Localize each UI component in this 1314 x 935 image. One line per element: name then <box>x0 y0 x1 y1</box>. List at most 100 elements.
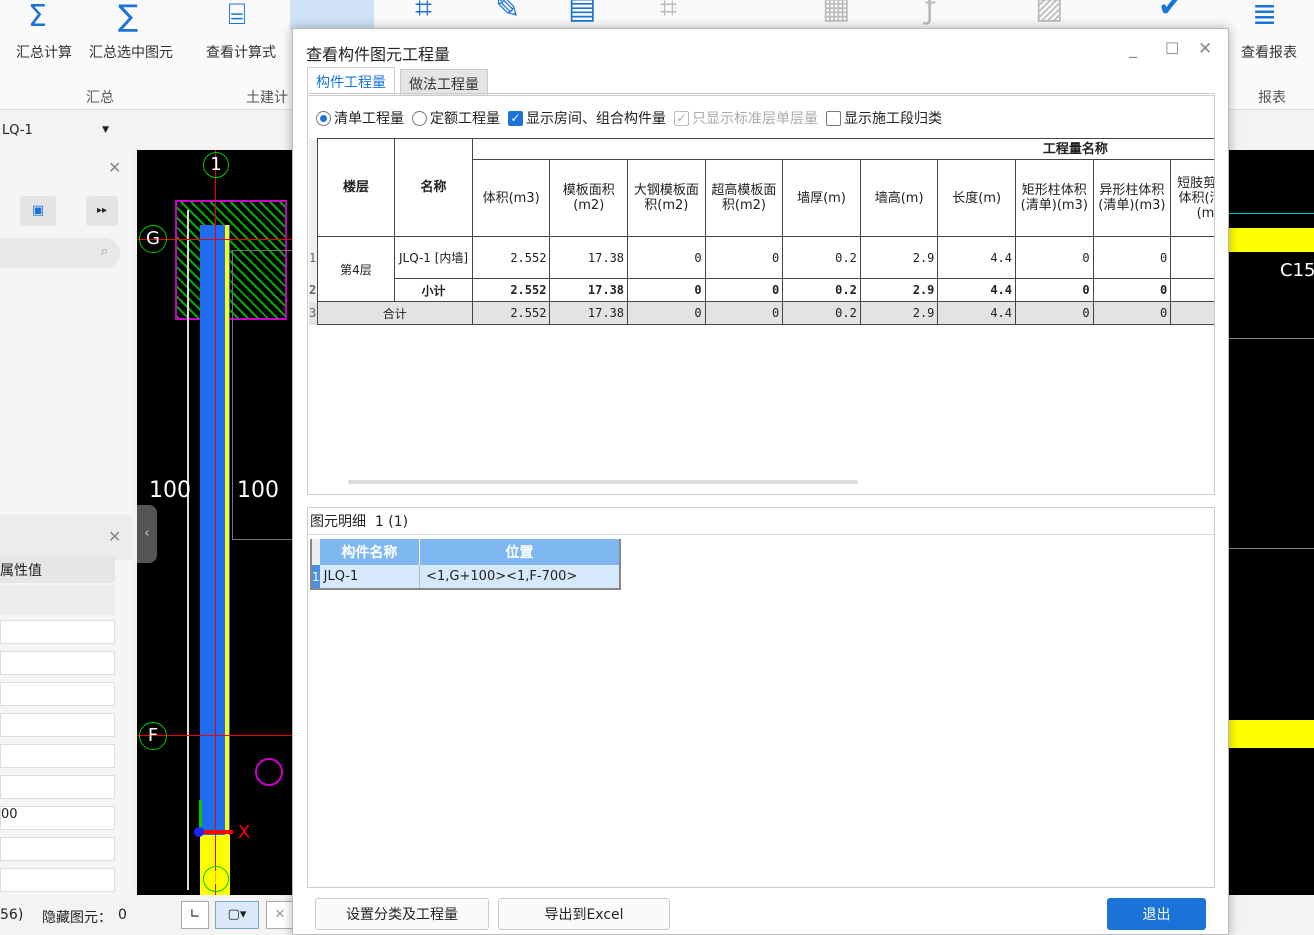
sigma-icon[interactable]: Σ <box>28 2 47 32</box>
formula-disabled-icon: ƒ <box>925 0 936 26</box>
cad-line <box>1228 548 1314 549</box>
cell: 0 <box>704 301 784 325</box>
header-col: 矩形柱体积(清单)(m3) <box>1015 159 1094 237</box>
close-button[interactable]: ✕ <box>1198 39 1212 59</box>
view-formula-button[interactable]: 查看计算式 <box>206 42 276 62</box>
x-axis-arrow <box>199 830 233 834</box>
status-count: 56) <box>0 907 24 923</box>
radio-quota-quantity[interactable]: 定额工程量 <box>412 108 500 128</box>
axis-line-1 <box>215 150 216 895</box>
radio-checked-icon <box>316 110 331 126</box>
property-row[interactable] <box>0 620 115 644</box>
x-axis-label: X <box>238 822 251 843</box>
pencil-icon[interactable]: ✎ <box>495 0 520 24</box>
header-col: 体积(m3) <box>471 159 551 237</box>
cell: 17.38 <box>549 278 629 302</box>
tab-method-quantity[interactable]: 做法工程量 <box>400 69 488 96</box>
summary-calc-button[interactable]: 汇总计算 <box>16 42 72 62</box>
wall-yellow <box>1228 720 1314 748</box>
header-col: 短肢剪力墙体积(清单)(m3 <box>1170 159 1214 237</box>
checkbox-construction-section[interactable]: 显示施工段归类 <box>826 108 942 128</box>
detail-table: 构件名称 位置 1 JLQ-1 <1,G+100><1,F-700> <box>310 539 621 590</box>
header-name: 名称 <box>394 138 473 237</box>
property-row[interactable] <box>0 744 115 768</box>
ortho-icon[interactable]: ∟ <box>181 901 209 929</box>
table-row[interactable]: 1 第4层 JLQ-1 [内墙] 2.552 17.38 0 0 0.2 2.9 4.4 0 0 <box>309 236 1214 302</box>
setup-category-button[interactable]: 设置分类及工程量 <box>315 898 489 930</box>
select-box-icon[interactable]: ▢▾ <box>215 901 259 929</box>
dropdown-arrow-icon: ▼ <box>102 125 109 135</box>
cell: 2.552 <box>471 278 551 302</box>
close-icon[interactable]: ✕ <box>108 158 121 177</box>
active-ribbon-button[interactable] <box>290 0 374 30</box>
dialog-title: 查看构件图元工程量 <box>306 45 451 64</box>
cell: 0 <box>1092 236 1172 279</box>
cell-floor: 第4层 <box>316 236 396 302</box>
close-icon[interactable]: ✕ <box>108 527 121 546</box>
hidden-label: 隐藏图元： <box>42 910 112 926</box>
property-row[interactable] <box>0 651 115 675</box>
checkbox-show-rooms[interactable]: ✓ 显示房间、组合构件量 <box>508 108 666 128</box>
grid-icon[interactable]: ▤ <box>568 0 596 24</box>
cad-canvas-right[interactable]: C151 <box>1228 150 1314 895</box>
header-col: 大钢模板面积(m2) <box>627 159 706 237</box>
row-number: 3 <box>309 301 318 325</box>
search-input[interactable]: ⌕ <box>0 238 120 268</box>
header-col: 超高模板面积(m2) <box>704 159 784 237</box>
option-label: 清单工程量 <box>334 111 404 127</box>
property-row[interactable] <box>0 837 115 861</box>
header-col: 墙高(m) <box>859 159 939 237</box>
table-row-subtotal[interactable]: 2 小计 2.552 17.38 0 0 0.2 2.9 4.4 0 0 <box>309 278 1214 302</box>
property-row[interactable] <box>0 682 115 706</box>
table-disabled-icon: ▦ <box>822 0 851 26</box>
collapse-panel-icon[interactable]: ‹ <box>137 505 157 563</box>
tab-component-quantity[interactable]: 构件工程量 <box>307 67 395 94</box>
view-report-button[interactable]: 查看报表 <box>1241 42 1297 62</box>
save-icon[interactable]: ▣ <box>20 196 56 226</box>
cell: 0 <box>1015 301 1094 325</box>
quantity-table: 楼层 名称 工程量名称 体积(m3) 模板面积(m2) 大钢模板面积(m2) 超高模… <box>309 138 1214 325</box>
cad-canvas[interactable]: 1 G F 1 100 100 X <box>137 150 293 895</box>
axis-bubble: G <box>139 225 167 253</box>
status-bar: 56) 隐藏图元： 0 ∟ ▢▾ ✕ <box>0 895 300 935</box>
radio-list-quantity[interactable]: 清单工程量 <box>316 108 404 128</box>
view-formula-icon[interactable]: ⌸ <box>228 0 246 30</box>
detail-row[interactable]: 1 JLQ-1 <1,G+100><1,F-700> <box>311 565 620 589</box>
search-icon: ⌕ <box>100 244 108 259</box>
cad-line <box>1228 213 1314 214</box>
component-select[interactable]: LQ-1 ▼ <box>0 112 115 148</box>
cell: 0 <box>704 278 784 302</box>
cell-component-name: JLQ-1 <box>319 565 421 589</box>
exit-button[interactable]: 退出 <box>1107 898 1206 930</box>
header-col: 墙厚(m) <box>782 159 861 237</box>
option-label: 定额工程量 <box>430 111 500 127</box>
view-report-icon[interactable]: ≣ <box>1252 0 1277 30</box>
tool-icon[interactable]: ⌗ <box>415 0 432 24</box>
cell: 17.38 <box>549 301 629 325</box>
summary-selected-button[interactable]: 汇总选中图元 <box>89 42 173 62</box>
cell: 0 <box>627 301 706 325</box>
cell: 0 <box>1015 278 1094 302</box>
property-row[interactable]: 00 <box>0 806 115 830</box>
property-row[interactable] <box>0 775 115 799</box>
cell <box>1170 278 1214 302</box>
check-icon[interactable]: ✔ <box>1158 0 1183 22</box>
detail-title: 图元明细 <box>310 514 366 530</box>
maximize-button[interactable]: ☐ <box>1165 39 1179 58</box>
export-excel-button[interactable]: 导出到Excel <box>498 898 670 930</box>
quantity-panel: 清单工程量 定额工程量 ✓ 显示房间、组合构件量 ✓ 只显示标准层单层量 显示施工段… <box>307 95 1215 495</box>
expand-icon[interactable]: ▸▸ <box>86 196 118 226</box>
cross-icon[interactable]: ✕ <box>266 901 294 929</box>
group-report: 报表 <box>1258 90 1286 106</box>
sigma-select-icon[interactable]: ∑ <box>118 2 138 32</box>
property-row[interactable] <box>0 713 115 737</box>
cad-line <box>1228 338 1314 339</box>
minimize-button[interactable]: _ <box>1129 39 1137 58</box>
cell: 4.4 <box>937 301 1016 325</box>
horizontal-scrollbar[interactable] <box>348 480 858 484</box>
cell: 0.2 <box>782 278 861 302</box>
property-row[interactable] <box>0 868 115 892</box>
wall-edge <box>225 225 229 835</box>
axis-bubble: 1 <box>203 866 229 892</box>
table-row-total[interactable]: 3 合计 2.552 17.38 0 0 0.2 2.9 4.4 0 0 <box>309 301 1214 325</box>
